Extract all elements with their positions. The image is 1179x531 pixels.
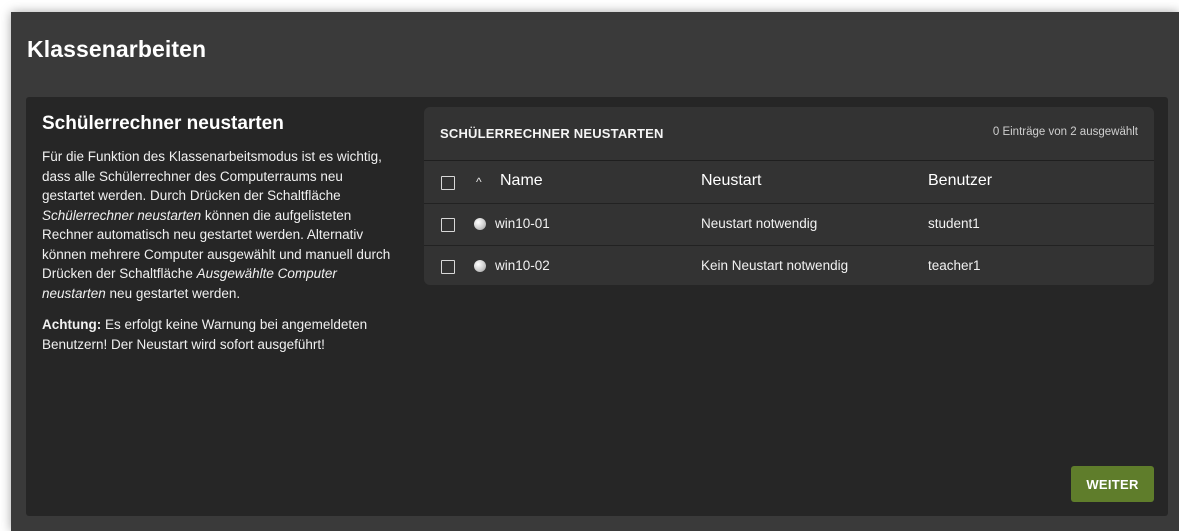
restart-status: Neustart notwendig <box>701 216 818 231</box>
user-name: student1 <box>928 216 980 231</box>
status-dot-icon <box>474 260 486 272</box>
grid-header: SCHÜLERRECHNER NEUSTARTEN 0 Einträge von… <box>424 107 1154 161</box>
info-emphasis-1: Schülerrechner neustarten <box>42 207 202 223</box>
info-text-3: neu gestartet werden. <box>105 285 241 301</box>
warning-label: Achtung: <box>42 317 102 332</box>
table-header-row: ^ Name Neustart Benutzer <box>424 161 1154 204</box>
computer-name: win10-02 <box>495 258 550 273</box>
row-checkbox[interactable] <box>441 218 455 232</box>
table-row[interactable]: win10-01 Neustart notwendig student1 <box>424 204 1154 246</box>
row-checkbox[interactable] <box>441 260 455 274</box>
status-dot-icon <box>474 218 486 230</box>
content-panel: Schülerrechner neustarten Für die Funkti… <box>26 97 1168 516</box>
column-header-restart[interactable]: Neustart <box>701 172 761 190</box>
info-warning: Achtung: Es erfolgt keine Warnung bei an… <box>42 315 397 354</box>
chevron-up-icon[interactable]: ^ <box>476 175 482 189</box>
computer-grid: SCHÜLERRECHNER NEUSTARTEN 0 Einträge von… <box>424 107 1154 285</box>
select-all-checkbox[interactable] <box>441 176 455 190</box>
info-panel: Schülerrechner neustarten Für die Funkti… <box>42 113 397 366</box>
restart-status: Kein Neustart notwendig <box>701 258 849 273</box>
table-row[interactable]: win10-02 Kein Neustart notwendig teacher… <box>424 246 1154 285</box>
info-heading: Schülerrechner neustarten <box>42 113 284 134</box>
selection-count: 0 Einträge von 2 ausgewählt <box>992 126 1138 138</box>
info-description: Für die Funktion des Klassenarbeitsmodus… <box>42 147 397 303</box>
computer-name: win10-01 <box>495 216 550 231</box>
grid-title: SCHÜLERRECHNER NEUSTARTEN <box>440 126 664 141</box>
dialog-window: Klassenarbeiten Schülerrechner neustarte… <box>11 12 1179 531</box>
column-header-user[interactable]: Benutzer <box>928 172 992 190</box>
user-name: teacher1 <box>928 258 981 273</box>
page-title: Klassenarbeiten <box>27 36 207 62</box>
column-header-name[interactable]: Name <box>500 172 543 190</box>
info-text-1: Für die Funktion des Klassenarbeitsmodus… <box>42 149 382 203</box>
next-button[interactable]: WEITER <box>1071 466 1154 502</box>
